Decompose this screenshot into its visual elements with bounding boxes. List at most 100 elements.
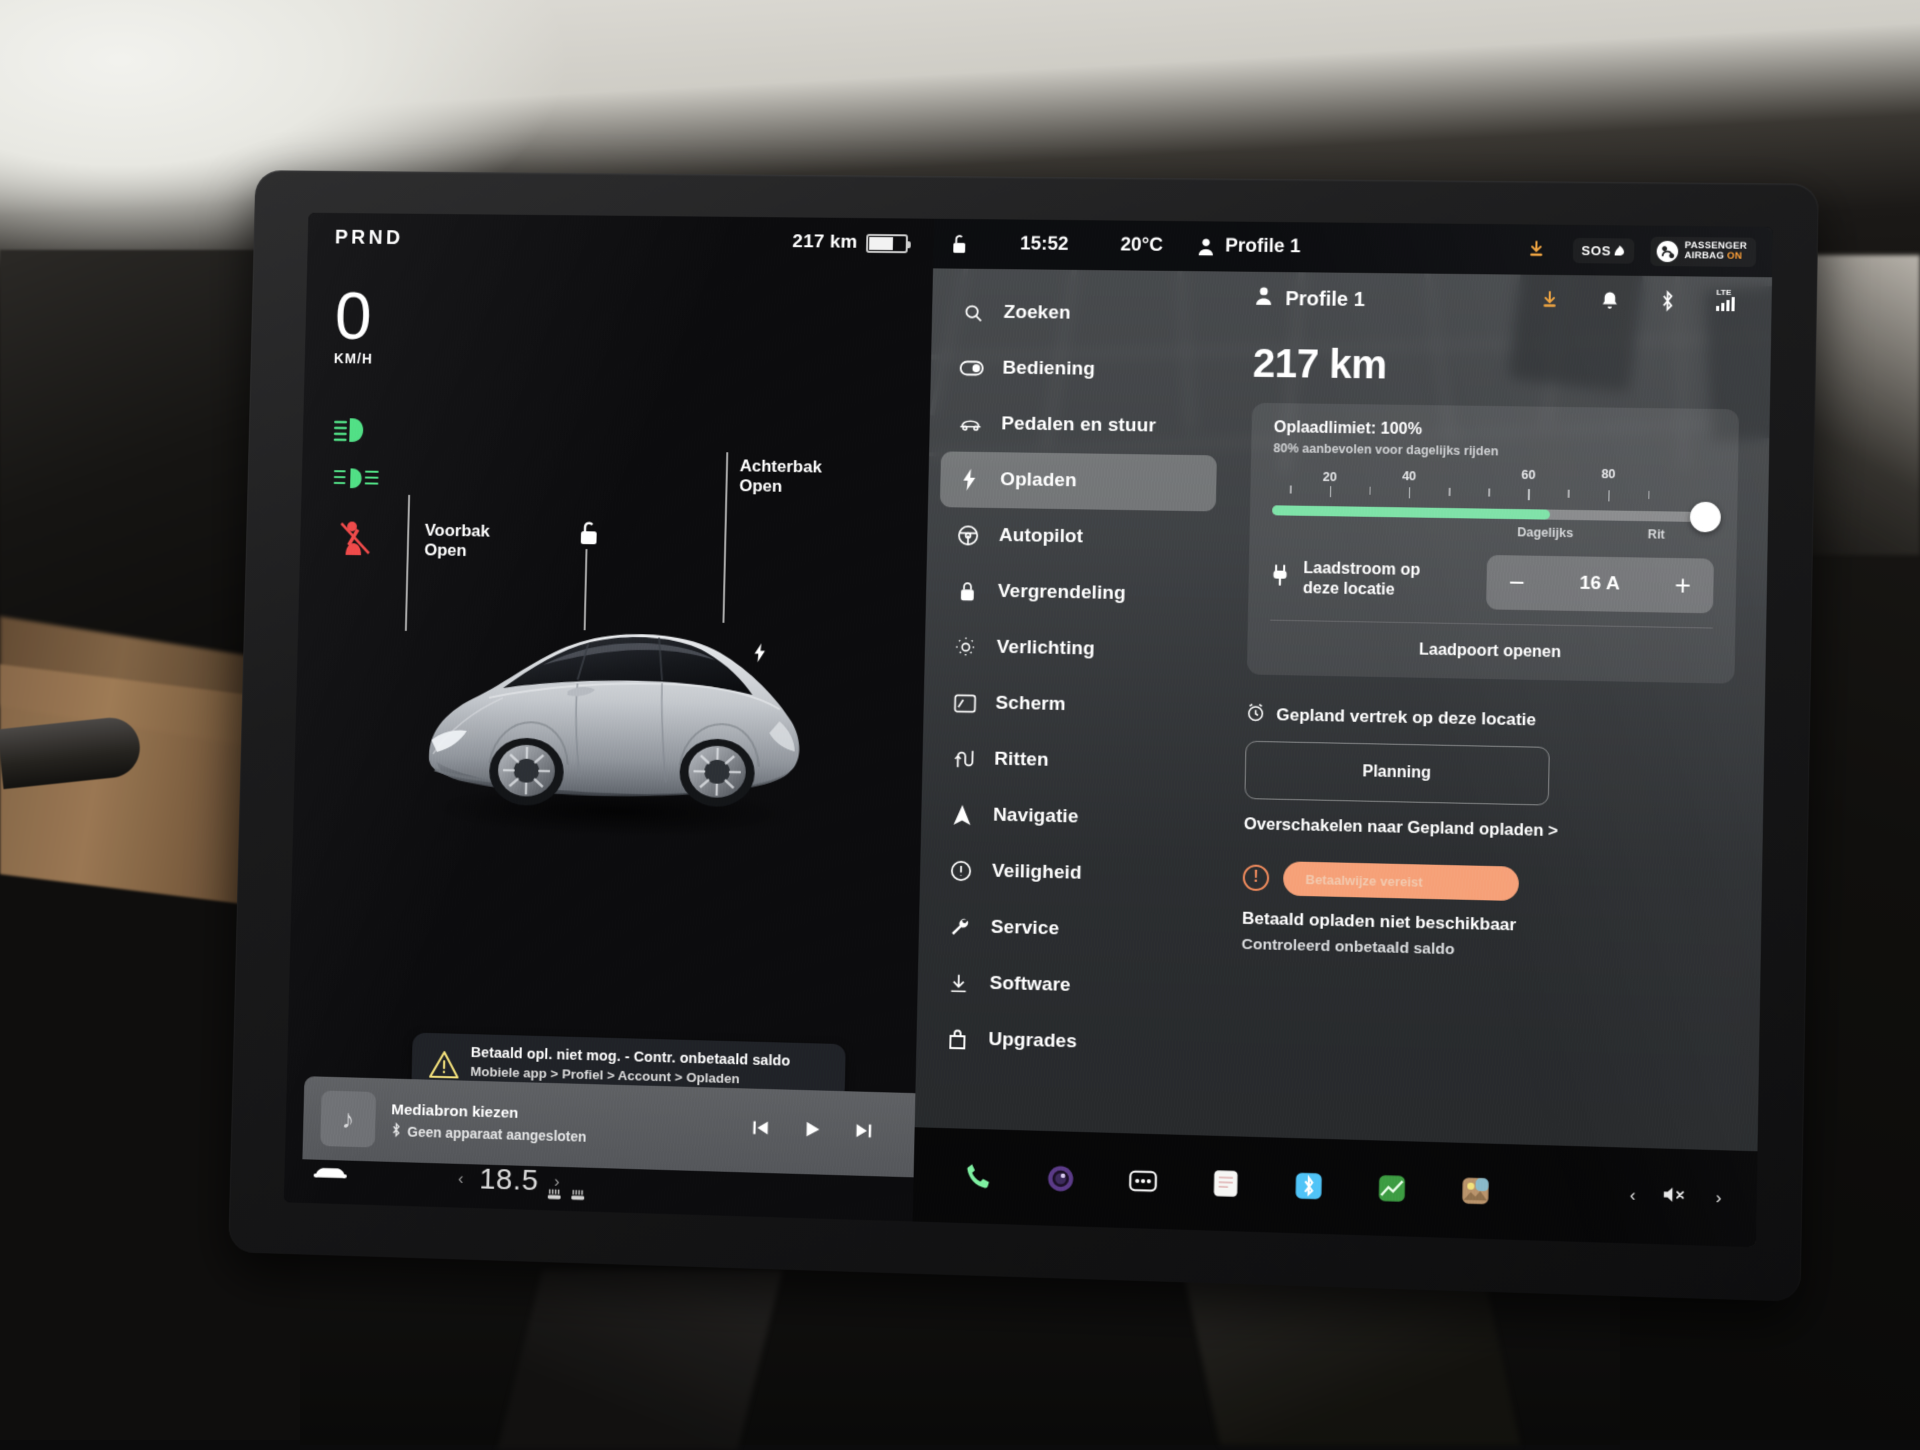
charge-plug-icon	[1271, 565, 1290, 593]
charge-limit-subtitle: 80% aanbevolen voor dagelijks rijden	[1273, 441, 1716, 461]
charge-current-label-line2: deze locatie	[1303, 580, 1395, 599]
slider-knob[interactable]	[1690, 502, 1721, 533]
tick-label-80: 80	[1601, 467, 1615, 481]
sidebar-item-autopilot[interactable]: Autopilot	[939, 507, 1216, 567]
play-icon[interactable]	[801, 1118, 823, 1147]
open-charge-port-button[interactable]: Laadpoort openen	[1269, 621, 1713, 684]
settings-sidebar: Zoeken Bediening Pedalen en stuur Oplade…	[913, 268, 1233, 1230]
vehicle-3d-view[interactable]: Voorbak Open Achterbak Open	[291, 458, 929, 936]
airbag-line2: AIRBAG	[1684, 250, 1724, 261]
media-title[interactable]: Mediabron kiezen	[391, 1101, 587, 1124]
content-header: Profile 1 LTE	[1254, 286, 1741, 318]
network-type-label: LTE	[1716, 288, 1731, 297]
slider-fill	[1272, 505, 1550, 519]
sidebar-item-opladen[interactable]: Opladen	[940, 451, 1217, 511]
sidebar-item-label: Autopilot	[999, 525, 1084, 548]
sidebar-item-label: Vergrendeling	[998, 581, 1126, 605]
charge-current-stepper[interactable]: − 16 A +	[1486, 555, 1714, 613]
sidebar-item-veiligheid[interactable]: Veiligheid	[932, 842, 1210, 905]
temperature-control[interactable]: chevron-left-icon ‹ 18.5 ›	[442, 1161, 560, 1198]
media-subtitle: Geen apparaat aangesloten	[407, 1123, 586, 1144]
bluetooth-icon	[391, 1122, 402, 1140]
software-download-icon[interactable]	[1539, 289, 1560, 314]
unlocked-padlock-icon[interactable]	[949, 233, 968, 255]
cellular-signal-icon: LTE	[1716, 297, 1735, 311]
payment-warning-line1: Betaald opladen niet beschikbaar	[1242, 909, 1731, 941]
bell-icon[interactable]	[1600, 290, 1619, 315]
tick-label-60: 60	[1521, 468, 1535, 482]
tick-label-40: 40	[1402, 469, 1416, 483]
profile-indicator[interactable]: Profile 1	[1254, 286, 1365, 313]
navigation-arrow-icon	[949, 804, 975, 827]
charge-limit-slider[interactable]: 20 40 60 80 Dagelijks Rit	[1272, 459, 1716, 542]
sidebar-item-scherm[interactable]: Scherm	[935, 675, 1212, 736]
sidebar-item-label: Ritten	[994, 749, 1049, 772]
slider-zone-labels: Dagelijks Rit	[1272, 521, 1714, 528]
amp-value: 16 A	[1579, 573, 1620, 596]
slider-track[interactable]	[1272, 505, 1715, 522]
media-controls	[749, 1117, 905, 1149]
scheduled-departure-header: Gepland vertrek op deze locatie	[1246, 703, 1734, 737]
planning-button[interactable]: Planning	[1244, 741, 1549, 806]
tesla-touchscreen[interactable]: Zoeken Bediening Pedalen en stuur Oplade…	[284, 213, 1773, 1247]
low-beam-headlight-icon	[334, 417, 377, 443]
sos-button[interactable]: SOS	[1573, 237, 1635, 263]
charge-limit-title: Oplaadlimiet: 100%	[1274, 419, 1717, 443]
shopping-bag-icon	[944, 1028, 970, 1051]
charge-current-row: Laadstroom op deze locatie − 16 A +	[1270, 551, 1714, 627]
range-readout: 217 km	[1252, 342, 1740, 393]
payment-warning-line2: Controleerd onbetaald saldo	[1241, 936, 1730, 966]
seat-heater-icon[interactable]	[546, 1187, 563, 1206]
phone-app-icon[interactable]	[959, 1157, 998, 1196]
dock-icons	[913, 1155, 1495, 1211]
airbag-label: PASSENGER AIRBAG ON	[1684, 241, 1747, 262]
sidebar-item-bediening[interactable]: Bediening	[942, 340, 1219, 399]
sidebar-item-label: Navigatie	[993, 805, 1079, 829]
seat-left	[498, 1270, 783, 1450]
speed-unit: KM/H	[334, 351, 373, 367]
tick-label-20: 20	[1323, 470, 1337, 484]
volume-mute-icon[interactable]	[1662, 1184, 1689, 1210]
sidebar-item-verlichting[interactable]: Verlichting	[936, 619, 1213, 680]
increase-amp-button[interactable]: +	[1674, 572, 1691, 600]
frunk-callout-line1: Voorbak	[425, 521, 490, 541]
skip-next-icon[interactable]	[852, 1119, 874, 1148]
alarm-clock-icon	[1246, 703, 1266, 727]
frunk-callout-line2: Open	[424, 540, 467, 559]
sidebar-item-ritten[interactable]: Ritten	[934, 730, 1211, 792]
sidebar-item-navigatie[interactable]: Navigatie	[933, 786, 1211, 848]
airbag-icon	[1657, 240, 1679, 261]
car-front-icon[interactable]	[311, 1161, 349, 1189]
more-apps-icon[interactable]	[1124, 1161, 1163, 1200]
profile-name-status[interactable]: Profile 1	[1225, 236, 1301, 259]
bluetooth-icon[interactable]	[1660, 290, 1676, 316]
battery-icon	[866, 233, 908, 252]
profile-name: Profile 1	[1285, 288, 1365, 312]
sidebar-item-software[interactable]: Software	[929, 954, 1207, 1017]
switch-to-scheduled-charging-link[interactable]: Overschakelen naar Gepland opladen >	[1244, 815, 1732, 845]
chevron-left-icon[interactable]: ‹	[1630, 1185, 1636, 1206]
software-download-icon[interactable]	[1526, 239, 1547, 259]
chevron-right-icon[interactable]: ›	[1716, 1188, 1722, 1209]
charge-current-label-line1: Laadstroom op	[1303, 560, 1420, 579]
notes-app-icon[interactable]	[1206, 1164, 1245, 1203]
camera-app-icon[interactable]	[1041, 1159, 1080, 1198]
gallery-app-icon[interactable]	[1456, 1171, 1495, 1211]
seat-heater-icon[interactable]	[569, 1188, 586, 1207]
media-text: Mediabron kiezen Geen apparaat aangeslot…	[391, 1101, 588, 1145]
sidebar-item-label: Veiligheid	[992, 861, 1082, 885]
payment-required-badge[interactable]: Betaalwijze vereist	[1283, 861, 1519, 901]
sidebar-item-upgrades[interactable]: Upgrades	[928, 1010, 1206, 1074]
wrench-icon	[947, 916, 973, 939]
media-subtitle-row: Geen apparaat aangesloten	[391, 1122, 587, 1146]
sidebar-item-label: Upgrades	[988, 1029, 1077, 1053]
decrease-amp-button[interactable]: −	[1509, 569, 1526, 597]
skip-previous-icon[interactable]	[749, 1117, 771, 1146]
sidebar-item-zoeken[interactable]: Zoeken	[943, 284, 1220, 343]
bluetooth-app-icon[interactable]	[1289, 1166, 1328, 1206]
sidebar-item-service[interactable]: Service	[930, 898, 1208, 961]
sidebar-item-pedalen-en-stuur[interactable]: Pedalen en stuur	[941, 396, 1218, 456]
energy-app-icon[interactable]	[1372, 1169, 1411, 1209]
sidebar-item-vergrendeling[interactable]: Vergrendeling	[937, 563, 1214, 624]
status-bar-left: PRND 217 km	[307, 213, 934, 269]
